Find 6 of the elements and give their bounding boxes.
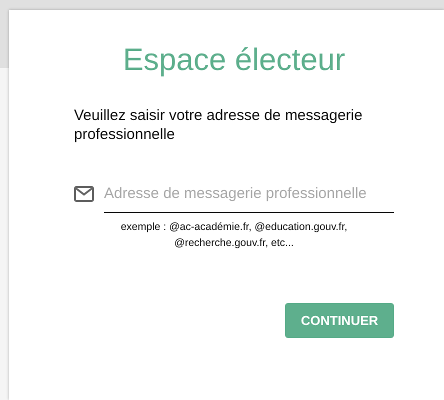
email-field[interactable]: Adresse de messagerie professionnelle	[104, 185, 394, 213]
instruction-text: Veuillez saisir votre adresse de messagerie professionnelle	[74, 106, 364, 144]
hint-text: exemple : @ac-académie.fr, @education.gouv.fr, @recherche.gouv.fr, etc...	[120, 220, 348, 251]
page-title: Espace électeur	[122, 41, 346, 79]
continue-button[interactable]: CONTINUER	[285, 303, 394, 338]
mail-icon	[74, 186, 94, 202]
